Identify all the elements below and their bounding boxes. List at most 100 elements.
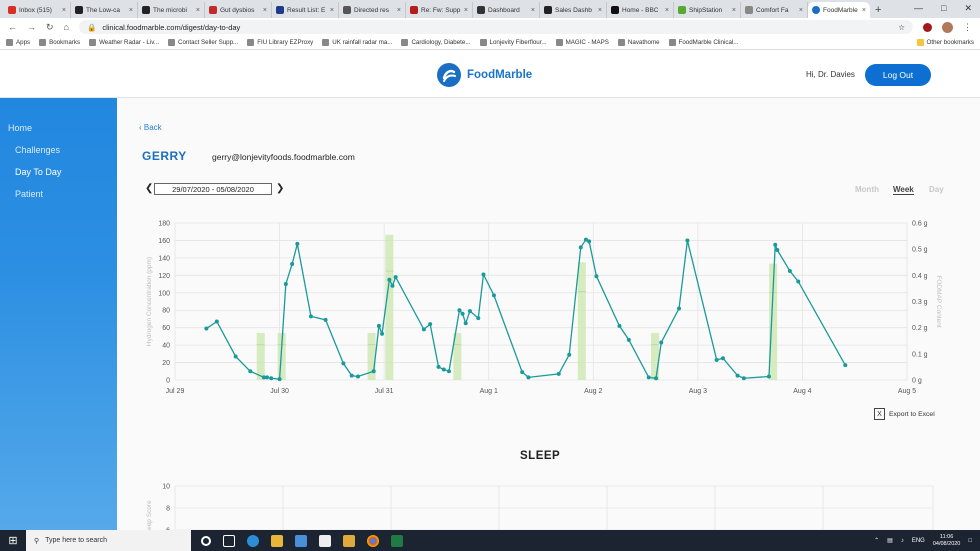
data-point bbox=[393, 275, 398, 280]
data-point bbox=[766, 374, 771, 379]
data-point bbox=[371, 369, 376, 374]
data-point bbox=[463, 321, 468, 326]
volume-icon[interactable]: ♪ bbox=[901, 538, 904, 544]
data-point bbox=[843, 363, 848, 368]
excel-icon: X bbox=[874, 408, 885, 420]
network-icon[interactable]: ▤ bbox=[887, 537, 893, 544]
y-tick-label: 180 bbox=[158, 221, 170, 228]
data-point bbox=[457, 308, 462, 313]
data-point bbox=[428, 322, 433, 327]
data-point bbox=[556, 371, 561, 376]
task-view-icon[interactable] bbox=[223, 534, 235, 547]
system-tray: ⌃ ▤ ♪ ENG 11:06 04/08/2020 □ bbox=[874, 534, 980, 548]
fodmap-bar bbox=[385, 234, 394, 380]
hydrogen-line bbox=[206, 238, 846, 380]
data-point bbox=[265, 375, 270, 380]
data-point bbox=[460, 311, 465, 316]
data-point bbox=[775, 248, 780, 253]
y2-axis-label: FODMAP Content bbox=[935, 275, 942, 327]
export-to-excel-button[interactable]: X Export to Excel bbox=[874, 408, 935, 420]
notification-icon[interactable]: □ bbox=[968, 538, 972, 544]
y2-tick-label: 0.5 g bbox=[912, 247, 928, 254]
data-point bbox=[233, 354, 238, 359]
data-point bbox=[659, 340, 664, 345]
data-point bbox=[685, 238, 690, 243]
data-point bbox=[491, 293, 496, 298]
y-tick-label: 160 bbox=[158, 238, 170, 245]
x-tick-label: Jul 31 bbox=[375, 388, 394, 395]
taskbar-search-placeholder: Type here to search bbox=[45, 537, 108, 544]
data-point bbox=[308, 314, 313, 319]
data-point bbox=[341, 361, 346, 366]
y-tick-label: 20 bbox=[162, 360, 170, 367]
y-tick-label: 0 bbox=[166, 378, 170, 385]
data-point bbox=[587, 239, 592, 244]
data-point bbox=[248, 369, 253, 374]
store-icon[interactable] bbox=[319, 534, 331, 547]
data-point bbox=[526, 375, 531, 380]
photos-icon[interactable] bbox=[343, 534, 355, 547]
y-tick-label: 40 bbox=[162, 343, 170, 350]
data-point bbox=[481, 272, 486, 277]
mail-icon[interactable] bbox=[295, 534, 307, 547]
edge-icon[interactable] bbox=[247, 534, 259, 547]
file-explorer-icon[interactable] bbox=[271, 534, 283, 547]
data-point bbox=[476, 316, 481, 321]
cortana-icon[interactable] bbox=[201, 535, 211, 546]
data-point bbox=[390, 283, 395, 288]
data-point bbox=[323, 317, 328, 322]
hydrogen-chart: 0 20 40 60 80 100 120 140 160 180 0 g 0.1 g 0.2 g 0.3… bbox=[146, 221, 942, 396]
data-point bbox=[204, 326, 209, 331]
data-point bbox=[714, 357, 719, 362]
data-point bbox=[295, 241, 300, 246]
data-point bbox=[380, 331, 385, 336]
tray-up-icon[interactable]: ⌃ bbox=[874, 537, 879, 544]
y2-tick-label: 0.4 g bbox=[912, 273, 928, 280]
data-point bbox=[356, 374, 360, 379]
language-indicator[interactable]: ENG bbox=[912, 538, 925, 544]
data-point bbox=[720, 356, 725, 361]
y2-tick-label: 0.3 g bbox=[912, 299, 928, 306]
data-point bbox=[654, 376, 659, 381]
data-point bbox=[441, 367, 446, 372]
y-axis-label: Hydrogen Concentration (ppm) bbox=[146, 257, 153, 346]
x-tick-label: Aug 3 bbox=[689, 388, 707, 395]
clock-time: 11:06 bbox=[939, 533, 954, 540]
data-point bbox=[626, 337, 631, 342]
y-tick-label: 100 bbox=[158, 290, 170, 297]
x-tick-label: Jul 29 bbox=[166, 388, 185, 395]
data-point bbox=[467, 309, 472, 314]
data-point bbox=[446, 369, 451, 374]
y-tick-label: 140 bbox=[158, 255, 170, 262]
sleep-section-title: SLEEP bbox=[520, 450, 561, 462]
y-tick-label: 60 bbox=[162, 325, 170, 332]
data-point bbox=[735, 373, 740, 378]
taskbar-search-box[interactable]: ⚲ Type here to search bbox=[26, 530, 191, 551]
fodmap-bar bbox=[650, 332, 659, 380]
chrome-icon[interactable] bbox=[367, 534, 379, 547]
data-point bbox=[567, 352, 572, 357]
windows-start-icon[interactable]: ⊞ bbox=[0, 534, 26, 547]
x-tick-label: Aug 2 bbox=[584, 388, 602, 395]
clock[interactable]: 11:06 04/08/2020 bbox=[933, 534, 961, 548]
data-point bbox=[283, 282, 288, 287]
y-tick-label: 120 bbox=[158, 273, 170, 280]
data-point bbox=[741, 376, 746, 381]
x-tick-label: Aug 4 bbox=[793, 388, 811, 395]
windows-taskbar: ⊞ ⚲ Type here to search ⌃ ▤ ♪ ENG 11:06 … bbox=[0, 530, 980, 551]
y2-tick-label: 0.1 g bbox=[912, 351, 928, 358]
data-point bbox=[646, 375, 651, 380]
y2-tick-label: 0.6 g bbox=[912, 221, 928, 228]
data-point bbox=[290, 261, 295, 266]
data-point bbox=[773, 242, 778, 247]
data-point bbox=[269, 376, 274, 381]
excel-taskbar-icon[interactable] bbox=[391, 534, 403, 547]
y2-tick-label: 0.2 g bbox=[912, 325, 928, 332]
export-label: Export to Excel bbox=[889, 410, 935, 418]
data-point bbox=[578, 245, 583, 250]
data-point bbox=[349, 373, 354, 378]
data-point bbox=[796, 279, 801, 284]
y2-tick-label: 0 g bbox=[912, 378, 922, 385]
taskbar-pinned-apps bbox=[201, 534, 403, 547]
data-point bbox=[677, 306, 682, 311]
